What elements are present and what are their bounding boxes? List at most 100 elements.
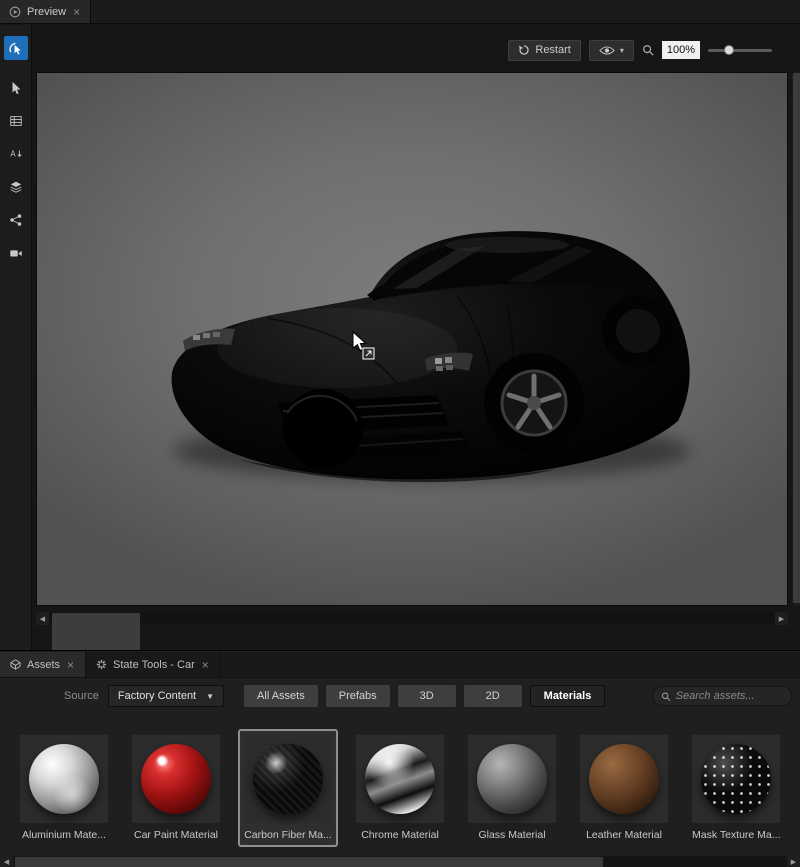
restart-icon xyxy=(518,44,530,56)
interaction-cursor-icon xyxy=(8,41,23,56)
filter-3d-button[interactable]: 3D xyxy=(398,685,456,707)
filter-all-assets-button[interactable]: All Assets xyxy=(244,685,318,707)
material-label: Chrome Material xyxy=(356,829,444,841)
mask-texture-sphere-preview xyxy=(701,744,771,814)
assets-panel: Assets × State Tools - Car × Source xyxy=(0,650,800,867)
scroll-left-icon[interactable]: ◀ xyxy=(0,856,13,867)
assets-hscrollbar-thumb[interactable] xyxy=(15,857,603,867)
materials-grid: Aluminium Mate... Car Paint Material Car… xyxy=(14,729,786,847)
material-thumbnail xyxy=(244,735,332,823)
table-icon xyxy=(9,114,23,128)
material-card-mask-texture[interactable]: Mask Texture Ma... xyxy=(686,729,786,847)
tab-preview-label: Preview xyxy=(27,6,66,18)
material-label: Car Paint Material xyxy=(132,829,220,841)
material-thumbnail xyxy=(692,735,780,823)
connections-icon xyxy=(9,213,23,227)
tab-assets-label: Assets xyxy=(27,659,60,671)
wheel-spoked xyxy=(484,353,584,453)
viewport-toolbar: Restart ▾ 100% xyxy=(508,39,772,61)
restart-button[interactable]: Restart xyxy=(508,40,580,61)
source-dropdown-value: Factory Content xyxy=(118,690,196,702)
leather-sphere-preview xyxy=(589,744,659,814)
chrome-sphere-preview xyxy=(365,744,435,814)
material-card-aluminium[interactable]: Aluminium Mate... xyxy=(14,729,114,847)
search-input[interactable] xyxy=(676,690,783,702)
viewport-vscrollbar[interactable] xyxy=(792,72,800,606)
restart-label: Restart xyxy=(535,44,570,56)
tab-preview-close-icon[interactable]: × xyxy=(72,6,81,18)
material-card-carbon-fiber[interactable]: Carbon Fiber Ma... xyxy=(238,729,338,847)
svg-text:A: A xyxy=(10,150,16,159)
tool-sort-alpha[interactable]: A xyxy=(4,142,28,166)
car-3d-model xyxy=(37,73,788,606)
dropdown-arrow-icon: ▼ xyxy=(206,692,214,701)
tab-state-tools-label: State Tools - Car xyxy=(113,659,195,671)
filter-materials-button[interactable]: Materials xyxy=(530,685,606,707)
mouse-cursor xyxy=(351,331,377,361)
asset-filters: All Assets Prefabs 3D 2D Materials xyxy=(244,685,605,707)
eye-icon xyxy=(599,45,615,56)
tool-interaction[interactable] xyxy=(4,36,28,60)
visibility-button[interactable]: ▾ xyxy=(589,40,634,61)
glass-sphere-preview xyxy=(477,744,547,814)
material-card-leather[interactable]: Leather Material xyxy=(574,729,674,847)
zoom-magnifier-icon xyxy=(642,44,654,56)
sort-alpha-icon: A xyxy=(9,147,23,161)
visibility-caret-icon: ▾ xyxy=(620,46,624,55)
tool-layers[interactable] xyxy=(4,175,28,199)
layers-icon xyxy=(9,180,23,194)
zoom-slider[interactable] xyxy=(708,49,772,52)
material-card-chrome[interactable]: Chrome Material xyxy=(350,729,450,847)
top-tab-bar: Preview × xyxy=(0,0,800,24)
assets-panel-tab-bar: Assets × State Tools - Car × xyxy=(0,652,800,678)
asset-search-box[interactable] xyxy=(652,686,792,706)
filter-2d-button[interactable]: 2D xyxy=(464,685,522,707)
tool-table[interactable] xyxy=(4,109,28,133)
viewport-hscrollbar[interactable]: ◀ ▶ xyxy=(36,612,788,625)
play-circle-icon xyxy=(9,6,21,18)
material-card-glass[interactable]: Glass Material xyxy=(462,729,562,847)
tab-assets[interactable]: Assets × xyxy=(0,652,86,677)
scroll-right-icon[interactable]: ▶ xyxy=(787,856,800,867)
search-icon xyxy=(661,691,671,702)
tab-state-tools-close-icon[interactable]: × xyxy=(201,659,210,671)
material-thumbnail xyxy=(132,735,220,823)
zoom-level-field[interactable]: 100% xyxy=(662,41,700,59)
assets-icon xyxy=(10,659,21,670)
zoom-slider-thumb[interactable] xyxy=(724,45,734,55)
tool-select[interactable] xyxy=(4,76,28,100)
tab-state-tools[interactable]: State Tools - Car × xyxy=(86,652,221,677)
source-label: Source xyxy=(64,690,99,702)
material-label: Aluminium Mate... xyxy=(20,829,108,841)
state-tools-icon xyxy=(96,659,107,670)
carbon-fiber-sphere-preview xyxy=(253,744,323,814)
material-label: Mask Texture Ma... xyxy=(692,829,780,841)
scroll-left-icon[interactable]: ◀ xyxy=(36,612,49,625)
viewport-vscrollbar-thumb[interactable] xyxy=(793,73,800,603)
material-label: Glass Material xyxy=(468,829,556,841)
material-thumbnail xyxy=(468,735,556,823)
material-thumbnail xyxy=(356,735,444,823)
preview-3d-viewport[interactable] xyxy=(36,72,788,606)
scroll-right-icon[interactable]: ▶ xyxy=(775,612,788,625)
car-paint-sphere-preview xyxy=(141,744,211,814)
tool-camera[interactable] xyxy=(4,241,28,265)
tool-connections[interactable] xyxy=(4,208,28,232)
select-cursor-icon xyxy=(9,81,23,95)
assets-hscrollbar[interactable]: ◀ ▶ xyxy=(0,856,800,867)
material-label: Leather Material xyxy=(580,829,668,841)
tab-assets-close-icon[interactable]: × xyxy=(66,659,75,671)
tab-preview[interactable]: Preview × xyxy=(0,0,91,23)
aluminium-sphere-preview xyxy=(29,744,99,814)
material-thumbnail xyxy=(580,735,668,823)
assets-hscrollbar-track[interactable] xyxy=(13,856,787,867)
application-window: Preview × A xyxy=(0,0,800,867)
camera-icon xyxy=(9,246,23,260)
viewport-hscrollbar-track[interactable] xyxy=(50,612,774,625)
material-label: Carbon Fiber Ma... xyxy=(244,829,332,841)
left-tool-column: A xyxy=(0,25,32,650)
material-thumbnail xyxy=(20,735,108,823)
filter-prefabs-button[interactable]: Prefabs xyxy=(326,685,390,707)
material-card-car-paint[interactable]: Car Paint Material xyxy=(126,729,226,847)
source-dropdown[interactable]: Factory Content ▼ xyxy=(108,685,224,707)
